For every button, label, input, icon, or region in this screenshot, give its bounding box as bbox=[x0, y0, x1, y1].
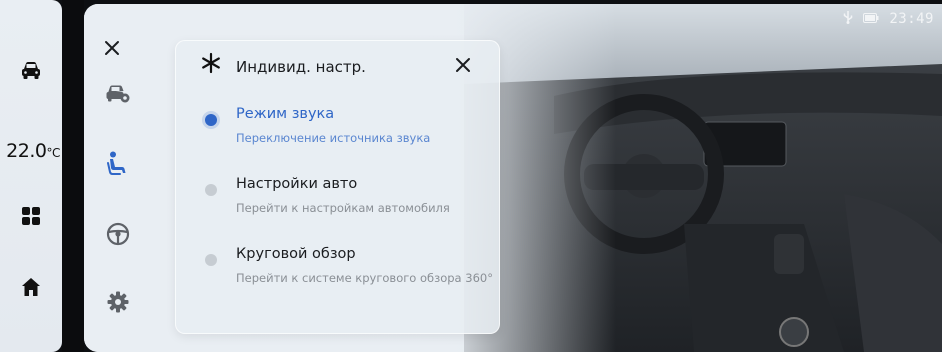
temperature-value: 22.0 bbox=[6, 140, 47, 162]
option-title: Круговой обзор bbox=[236, 246, 356, 262]
car-icon[interactable] bbox=[0, 56, 62, 86]
battery-icon bbox=[863, 12, 879, 27]
car-settings-icon[interactable] bbox=[102, 78, 134, 110]
personal-settings-card: Индивид. настр. Режим звука Переключение… bbox=[175, 40, 500, 334]
card-header: Индивид. настр. bbox=[176, 41, 499, 87]
option-subtitle: Перейти к настройкам автомобиля bbox=[236, 201, 450, 215]
asterisk-icon bbox=[200, 51, 222, 79]
steering-wheel-icon[interactable] bbox=[102, 218, 134, 250]
seat-icon[interactable] bbox=[102, 148, 134, 180]
temperature-unit: °C bbox=[46, 146, 60, 160]
clock: 23:49 bbox=[889, 11, 934, 27]
apps-grid-icon[interactable] bbox=[0, 204, 62, 228]
close-icon[interactable] bbox=[102, 38, 122, 58]
card-title: Индивид. настр. bbox=[236, 58, 366, 76]
usb-icon bbox=[843, 10, 853, 28]
divider bbox=[62, 0, 84, 352]
option-surround-view[interactable]: Круговой обзор Перейти к системе кругово… bbox=[176, 233, 499, 293]
gear-icon[interactable] bbox=[102, 286, 134, 318]
unselected-dot-icon bbox=[205, 184, 217, 196]
home-icon[interactable] bbox=[0, 274, 62, 300]
option-subtitle: Перейти к системе кругового обзора 360° bbox=[236, 271, 493, 285]
unselected-dot-icon bbox=[205, 254, 217, 266]
option-subtitle: Переключение источника звука bbox=[236, 131, 431, 145]
temperature-display[interactable]: 22.0°C bbox=[0, 140, 66, 162]
selected-dot-icon bbox=[205, 114, 217, 126]
option-title: Настройки авто bbox=[236, 176, 358, 192]
option-title: Режим звука bbox=[236, 106, 335, 122]
close-icon[interactable] bbox=[451, 53, 475, 77]
left-dock: 22.0°C bbox=[0, 0, 62, 352]
option-sound-mode[interactable]: Режим звука Переключение источника звука bbox=[176, 93, 499, 153]
status-bar: 23:49 bbox=[843, 10, 934, 28]
option-car-settings[interactable]: Настройки авто Перейти к настройкам авто… bbox=[176, 163, 499, 223]
